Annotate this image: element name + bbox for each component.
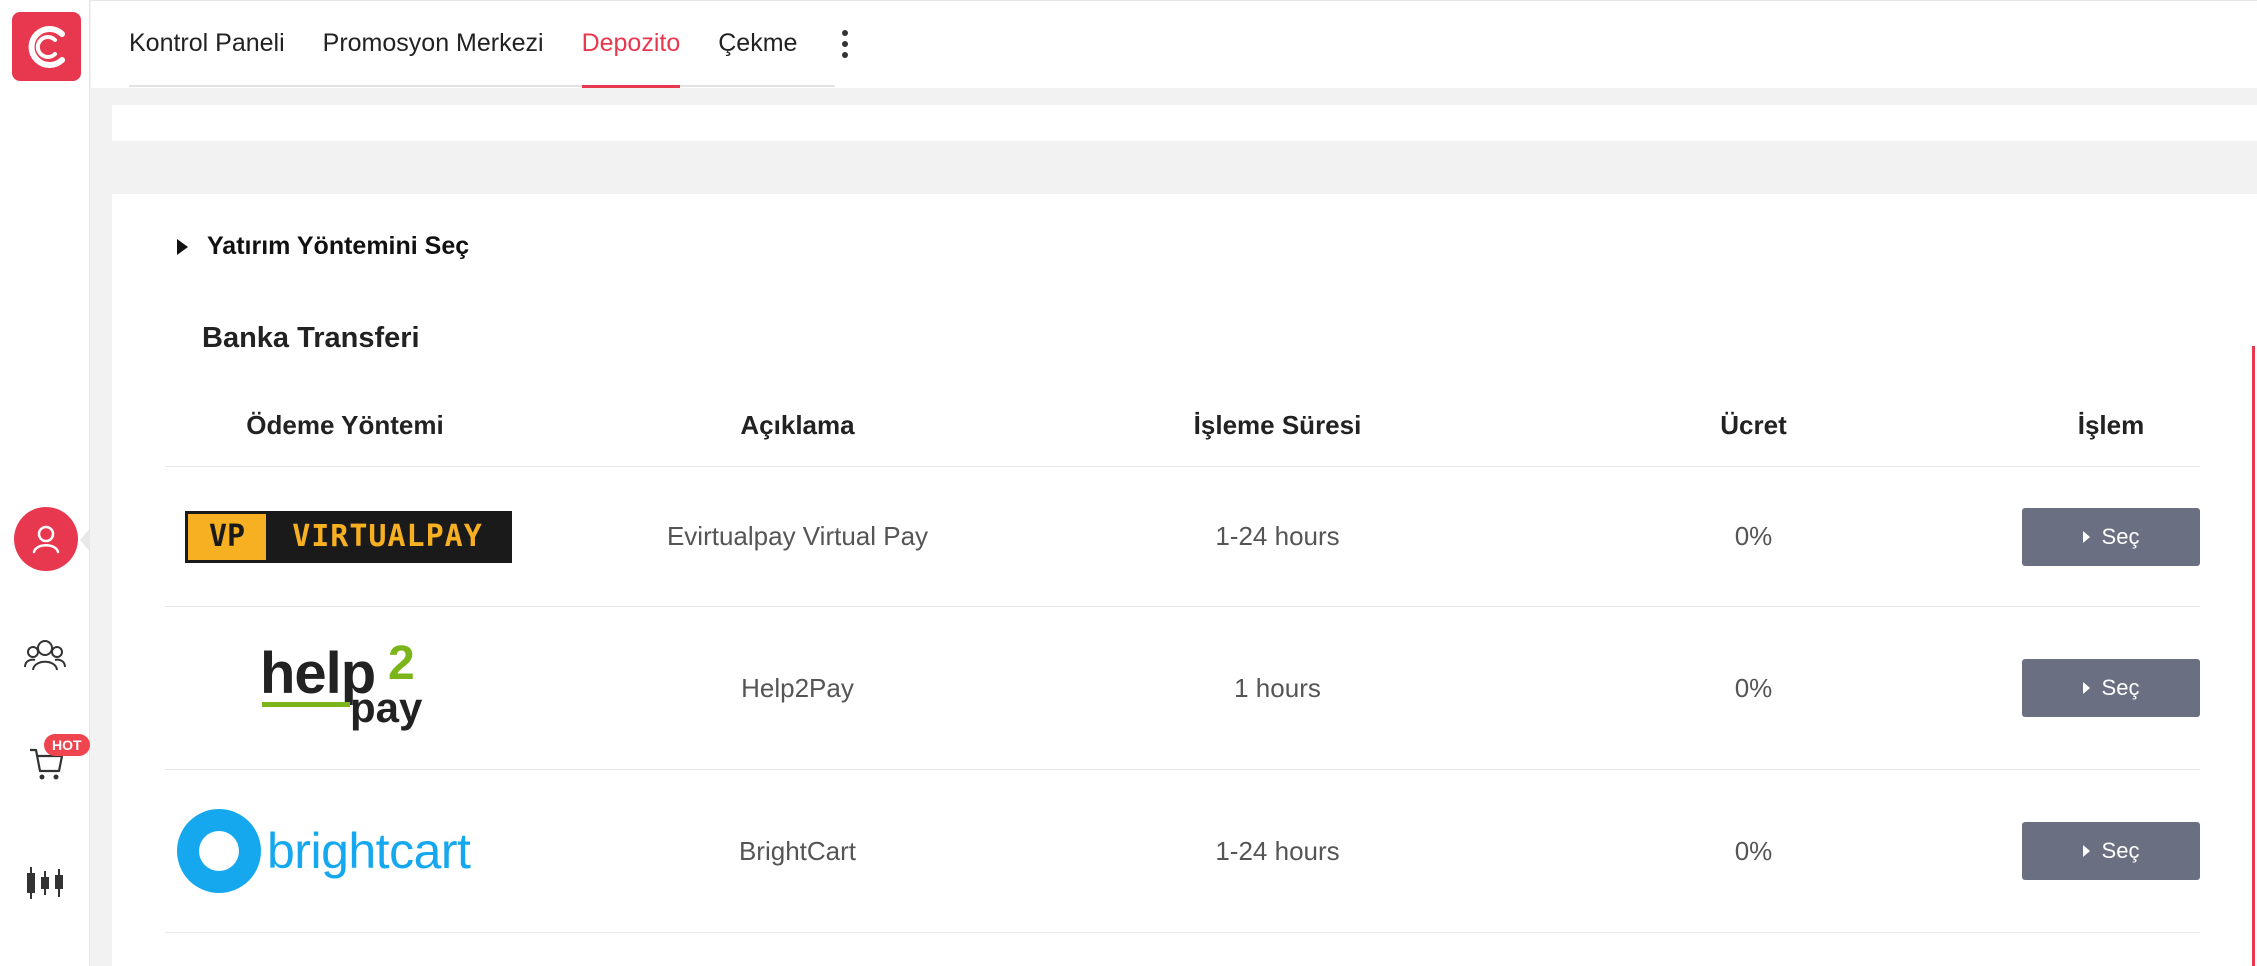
tab-deposit[interactable]: Depozito bbox=[581, 0, 680, 88]
help2pay-logo: help 2 pay bbox=[260, 637, 430, 736]
col-header-time: İşleme Süresi bbox=[1193, 410, 1362, 440]
table-row: brightcart BrightCart 1-24 hours 0% Seç bbox=[165, 770, 2200, 933]
select-button[interactable]: Seç bbox=[2022, 507, 2200, 566]
col-header-action: İşlem bbox=[2077, 410, 2145, 440]
method-cell: help 2 pay bbox=[165, 607, 525, 769]
description-cell: Evirtualpay Virtual Pay bbox=[666, 521, 929, 551]
payment-methods-table: Ödeme Yöntemi Açıklama İşleme Süresi Ücr… bbox=[165, 385, 2200, 933]
more-vertical-icon[interactable] bbox=[833, 1, 857, 87]
tab-withdraw[interactable]: Çekme bbox=[718, 0, 797, 86]
virtualpay-logo-text: VIRTUALPAY bbox=[266, 513, 509, 560]
top-nav: Kontrol Paneli Promosyon Merkezi Depozit… bbox=[91, 0, 2257, 88]
tab-promotions[interactable]: Promosyon Merkezi bbox=[323, 0, 544, 86]
help2pay-logo-two: 2 bbox=[388, 637, 415, 690]
col-header-fee: Ücret bbox=[1720, 410, 1787, 440]
tab-bar: Kontrol Paneli Promosyon Merkezi Depozit… bbox=[129, 0, 836, 88]
section-title: Yatırım Yöntemini Seç bbox=[207, 232, 470, 260]
help2pay-logo-pay: pay bbox=[350, 684, 423, 731]
active-caret bbox=[80, 528, 90, 552]
table-row: help 2 pay Help2Pay 1 hours 0% Seç bbox=[165, 607, 2200, 770]
scroll-accent bbox=[2252, 346, 2255, 966]
table-header: Ödeme Yöntemi Açıklama İşleme Süresi Ücr… bbox=[165, 385, 2200, 467]
tab-dashboard[interactable]: Kontrol Paneli bbox=[129, 0, 285, 86]
action-cell: Seç bbox=[2022, 607, 2200, 769]
table-row: VP VIRTUALPAY Evirtualpay Virtual Pay 1-… bbox=[165, 467, 2200, 607]
brightcart-logo-text: brightcart bbox=[267, 823, 471, 879]
virtualpay-logo-mark: VP bbox=[188, 513, 266, 560]
select-button[interactable]: Seç bbox=[2022, 822, 2200, 880]
brand-logo-icon[interactable] bbox=[12, 12, 81, 81]
hot-badge: HOT bbox=[44, 734, 90, 756]
group-icon[interactable] bbox=[20, 630, 70, 680]
method-section-toggle[interactable]: Yatırım Yöntemini Seç bbox=[177, 232, 469, 261]
method-cell: brightcart bbox=[165, 770, 525, 932]
brightcart-logo-mark bbox=[177, 809, 261, 893]
time-cell: 1 hours bbox=[1234, 672, 1321, 703]
action-cell: Seç bbox=[2022, 467, 2200, 606]
candlestick-chart-icon[interactable] bbox=[20, 858, 70, 908]
app-root: HOT Kontrol Paneli Promosyon Merkezi Dep… bbox=[0, 0, 2257, 966]
virtualpay-logo: VP VIRTUALPAY bbox=[185, 510, 512, 563]
play-icon bbox=[2082, 845, 2090, 857]
play-icon bbox=[2082, 682, 2090, 694]
select-button[interactable]: Seç bbox=[2022, 659, 2200, 717]
fee-cell: 0% bbox=[1734, 835, 1773, 866]
description-cell: Help2Pay bbox=[741, 672, 854, 703]
select-button-label: Seç bbox=[2101, 675, 2140, 700]
select-button-label: Seç bbox=[2101, 523, 2140, 549]
play-icon bbox=[2082, 530, 2090, 543]
help2pay-logo-line bbox=[262, 702, 350, 707]
top-panel bbox=[112, 105, 2257, 141]
group-title: Banka Transferi bbox=[202, 322, 420, 354]
user-icon[interactable] bbox=[14, 507, 78, 571]
select-button-label: Seç bbox=[2101, 838, 2140, 863]
action-cell: Seç bbox=[2022, 770, 2200, 932]
time-cell: 1-24 hours bbox=[1215, 835, 1340, 866]
brightcart-logo: brightcart bbox=[177, 809, 471, 893]
description-cell: BrightCart bbox=[738, 835, 857, 866]
expand-triangle-icon bbox=[177, 238, 188, 255]
time-cell: 1-24 hours bbox=[1215, 521, 1340, 551]
col-header-description: Açıklama bbox=[740, 410, 855, 440]
fee-cell: 0% bbox=[1734, 521, 1773, 551]
col-header-method: Ödeme Yöntemi bbox=[246, 410, 444, 440]
sidebar: HOT bbox=[0, 0, 90, 966]
fee-cell: 0% bbox=[1734, 672, 1773, 703]
method-cell: VP VIRTUALPAY bbox=[165, 467, 525, 606]
